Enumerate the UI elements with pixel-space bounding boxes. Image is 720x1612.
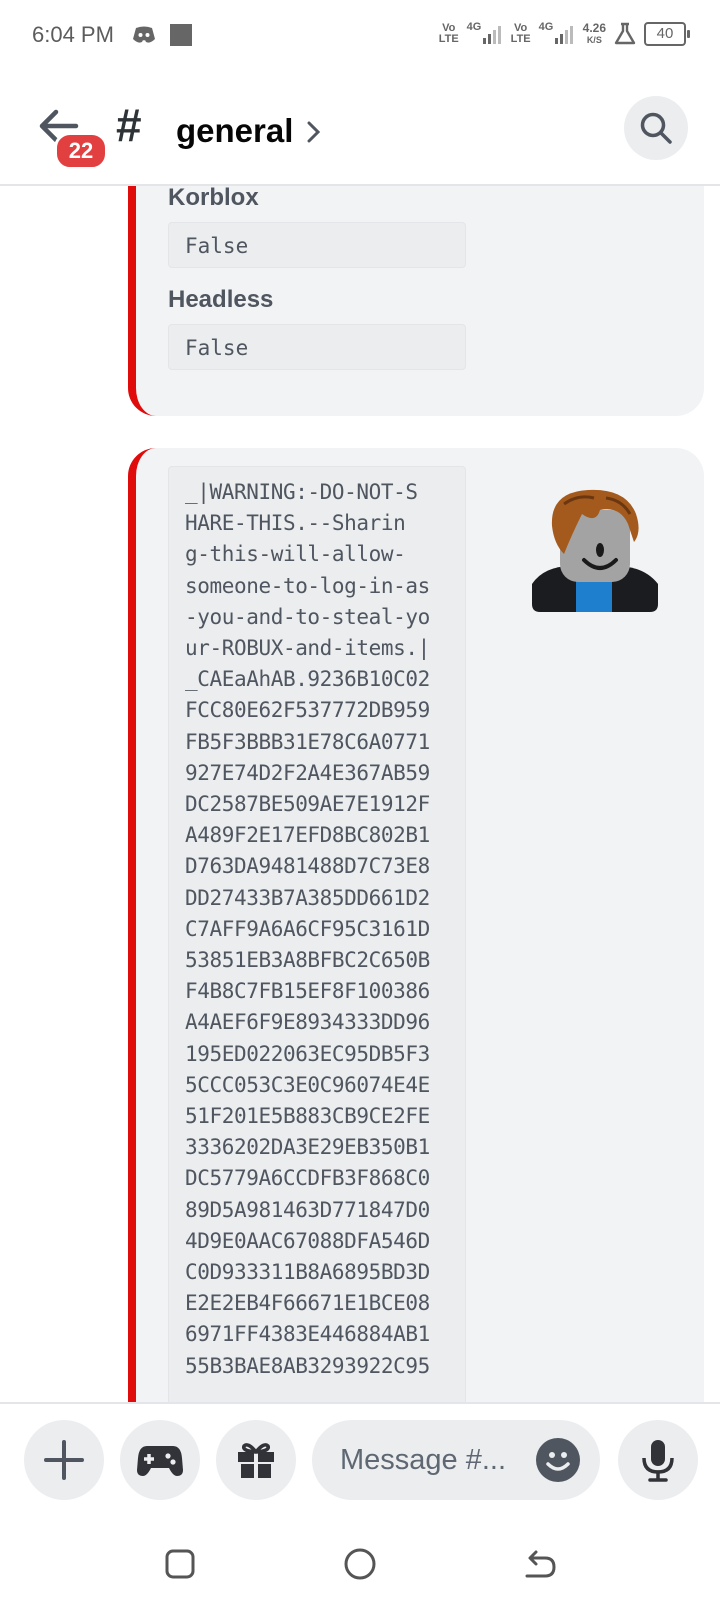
status-time: 6:04 PM (32, 22, 114, 47)
gallery-notification-icon (170, 24, 192, 46)
plus-icon (44, 1440, 84, 1480)
search-icon (640, 112, 672, 144)
field-value-headless: False (168, 324, 466, 370)
message-composer: Message #... (0, 1402, 720, 1520)
field-name-headless: Headless (168, 286, 274, 313)
code-line: C7AFF9A6A6CF95C3161D (185, 916, 430, 941)
status-bar: 6:04 PM Vo LTE 4G Vo LTE 4G 4.26 K/S 40 (0, 0, 720, 74)
gamepad-icon (137, 1446, 183, 1476)
search-button[interactable] (624, 96, 688, 160)
chevron-right-icon[interactable] (306, 120, 322, 144)
code-line: FB5F3BBB31E78C6A0771 (185, 729, 430, 754)
code-line: F4B8C7FB15EF8F100386 (185, 979, 430, 1004)
embed-fields-card: Korblox False Headless False (128, 186, 704, 416)
gift-button[interactable] (216, 1420, 296, 1500)
add-attachment-button[interactable] (24, 1420, 104, 1500)
volte-label-1: Vo LTE (438, 22, 459, 45)
code-line: 3336202DA3E29EB350B1 (185, 1135, 430, 1160)
message-input[interactable]: Message #... (312, 1420, 600, 1500)
avatar-thumbnail[interactable] (524, 484, 664, 624)
channel-header: 22 # general (0, 74, 720, 186)
code-line: A489F2E17EFD8BC802B1 (185, 823, 430, 848)
channel-hash-icon: # (116, 99, 142, 151)
status-left-icons (132, 24, 192, 46)
code-block[interactable]: _|WARNING:-DO-NOT-S HARE-THIS.--Sharin g-t… (168, 466, 466, 1402)
volte-label-2: Vo LTE (510, 22, 531, 45)
code-line: someone-to-log-in-as (185, 573, 430, 598)
code-line: 55B3BAE8AB3293922C95 (185, 1353, 430, 1378)
recents-button[interactable] (158, 1542, 202, 1586)
code-line: HARE-THIS.--Sharin (185, 511, 406, 536)
code-line: 6971FF4383E446884AB1 (185, 1322, 430, 1347)
message-placeholder: Message #... (340, 1444, 507, 1476)
code-line: DD27433B7A385DD661D2 (185, 885, 430, 910)
code-line: 89D5A981463D771847D0 (185, 1197, 430, 1222)
speed-value: 4.26 (582, 21, 606, 35)
flask-icon (614, 22, 636, 45)
unread-badge: 22 (54, 132, 108, 170)
activities-button[interactable] (120, 1420, 200, 1500)
gift-icon (238, 1443, 274, 1478)
emoji-button[interactable] (536, 1438, 580, 1482)
code-line: DC2587BE509AE7E1912F (185, 792, 430, 817)
code-line: _|WARNING:-DO-NOT-S (185, 480, 418, 504)
discord-notification-icon (133, 26, 155, 43)
code-line: 4D9E0AAC67088DFA546D (185, 1228, 430, 1253)
embed-cookie-card: _|WARNING:-DO-NOT-S HARE-THIS.--Sharin g-t… (128, 448, 704, 1402)
code-line: -you-and-to-steal-yo (185, 604, 430, 629)
voice-message-button[interactable] (618, 1420, 698, 1500)
channel-name[interactable]: general (176, 112, 293, 150)
code-line: A4AEF6F9E8934333DD96 (185, 1010, 430, 1035)
code-line: 5CCC053C3E0C96074E4E (185, 1072, 430, 1097)
return-icon (525, 1550, 556, 1578)
code-line: E2E2EB4F66671E1BCE08 (185, 1291, 430, 1316)
home-button[interactable] (338, 1542, 382, 1586)
message-list[interactable]: Korblox False Headless False _|WARNING:-… (0, 186, 720, 1402)
microphone-icon (642, 1440, 674, 1482)
code-line: 53851EB3A8BFBC2C650B (185, 948, 430, 973)
field-name-korblox: Korblox (168, 186, 259, 211)
network-speed: 4.26 K/S (583, 22, 606, 46)
circle-icon (344, 1548, 376, 1580)
code-line: _CAEaAhAB.9236B10C02 (185, 667, 430, 692)
square-icon (165, 1549, 195, 1579)
code-line: 195ED022063EC95DB5F3 (185, 1041, 430, 1066)
emoji-icon (546, 1452, 570, 1471)
status-right-icons: Vo LTE 4G Vo LTE 4G 4.26 K/S 40 (438, 22, 690, 46)
field-value-korblox: False (168, 222, 466, 268)
signal-icon-2: 4G (539, 22, 575, 46)
back-nav-button[interactable] (518, 1542, 562, 1586)
code-line: ur-ROBUX-and-items.| (185, 636, 430, 661)
signal-icon-1: 4G (467, 22, 503, 46)
speed-unit: K/S (586, 35, 602, 45)
battery-indicator: 40 (644, 22, 690, 46)
code-lines: _|WARNING:-DO-NOT-S HARE-THIS.--Sharin g-t… (185, 477, 465, 1382)
code-line: 51F201E5B883CB9CE2FE (185, 1104, 430, 1129)
code-line: DC5779A6CCDFB3F868C0 (185, 1166, 430, 1191)
code-line: 927E74D2F2A4E367AB59 (185, 760, 430, 785)
code-line: FCC80E62F537772DB959 (185, 698, 430, 723)
code-line: C0D933311B8A6895BD3D (185, 1260, 430, 1285)
code-line: D763DA9481488D7C73E8 (185, 854, 430, 879)
system-nav-bar (0, 1518, 720, 1612)
code-line: g-this-will-allow- (185, 542, 406, 567)
